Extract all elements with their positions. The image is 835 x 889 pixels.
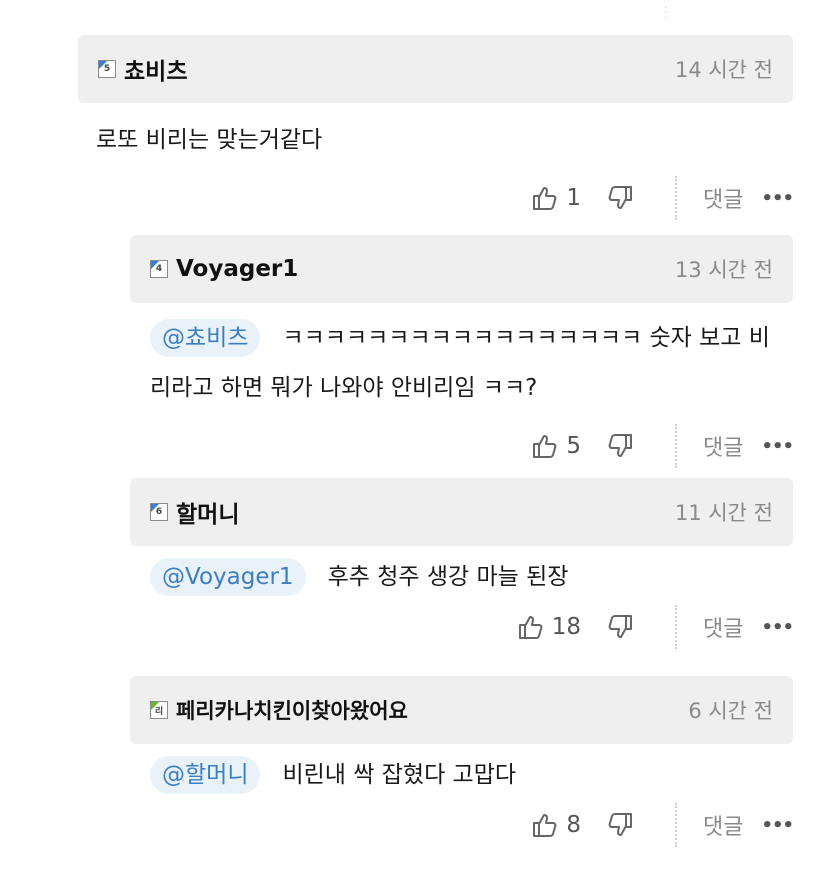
thumbs-down-icon [608,434,632,457]
thumbs-down-icon [608,813,632,836]
action-divider [675,424,677,468]
reply-button[interactable]: 댓글 [703,430,743,462]
comment-header: 리 페리카나치킨이찾아왔어요 6 시간 전 [130,676,793,744]
thumbs-up-icon [533,435,557,458]
comment-text: @할머니 비린내 싹 잡혔다 고맙다 [130,756,793,794]
dislike-button[interactable] [607,811,635,839]
mention-tag[interactable]: @Voyager1 [150,558,306,596]
comment-header: 6 할머니 11 시간 전 [130,478,793,546]
reply-button[interactable]: 댓글 [703,611,743,643]
reply-button[interactable]: 댓글 [703,182,743,214]
comment-body: 비린내 싹 잡혔다 고맙다 [282,762,517,788]
like-button[interactable]: 8 [530,811,581,839]
more-options-icon[interactable]: ••• [761,617,794,638]
action-divider [675,605,677,649]
like-count: 18 [551,614,581,640]
nickname[interactable]: 쵸비츠 [124,52,187,86]
level-badge-icon: 5 [98,60,116,78]
comment-reply: 리 페리카나치킨이찾아왔어요 6 시간 전 @할머니 비린내 싹 잡혔다 고맙다 … [130,676,794,848]
like-count: 5 [566,433,581,459]
comment-reply: 4 Voyager1 13 시간 전 @쵸비츠 ㅋㅋㅋㅋㅋㅋㅋㅋㅋㅋㅋㅋㅋㅋㅋㅋㅋ… [130,235,794,469]
thumbs-up-icon [518,616,543,639]
like-button[interactable]: 1 [530,184,581,212]
comment-text: @쵸비츠 ㅋㅋㅋㅋㅋㅋㅋㅋㅋㅋㅋㅋㅋㅋㅋㅋㅋ 숫자 보고 비리라고 하면 뭐가 나… [130,313,793,413]
reply-button[interactable]: 댓글 [703,809,743,841]
like-button[interactable]: 18 [516,613,581,641]
dislike-button[interactable] [607,432,635,460]
more-options-icon[interactable]: ••• [761,815,794,836]
timestamp: 13 시간 전 [674,258,773,282]
level-badge-icon: 리 [150,701,168,719]
thumbs-up-icon [533,814,557,837]
comment-text: @Voyager1 후추 청주 생강 마늘 된장 [130,558,793,596]
comment-actions: 18 댓글 ••• [130,604,794,650]
level-badge-icon: 4 [150,260,168,278]
nickname[interactable]: 할머니 [176,495,239,529]
comment-user[interactable]: 리 페리카나치킨이찾아왔어요 [150,695,408,725]
comment-actions: 1 댓글 ••• [78,175,794,221]
comment-user[interactable]: 4 Voyager1 [150,256,298,282]
scroll-dots: · · · [664,3,668,24]
nickname[interactable]: 페리카나치킨이찾아왔어요 [176,695,408,725]
level-badge-icon: 6 [150,503,168,521]
like-button[interactable]: 5 [530,432,581,460]
like-count: 1 [566,185,581,211]
comment-user[interactable]: 5 쵸비츠 [98,52,187,86]
comment-body: 후추 청주 생강 마늘 된장 [327,564,569,590]
timestamp: 6 시간 전 [688,699,773,723]
comment-user[interactable]: 6 할머니 [150,495,239,529]
thumbs-down-icon [608,615,632,638]
timestamp: 11 시간 전 [674,501,773,525]
mention-tag[interactable]: @쵸비츠 [150,319,261,357]
comment-body: 로또 비리는 맞는거같다 [96,127,323,153]
thumbs-down-icon [608,186,632,209]
action-divider [675,803,677,847]
timestamp: 14 시간 전 [674,58,773,82]
like-count: 8 [566,812,581,838]
comment-reply: 6 할머니 11 시간 전 @Voyager1 후추 청주 생강 마늘 된장 18… [130,478,794,650]
comment-actions: 5 댓글 ••• [130,423,794,469]
comment: 5 쵸비츠 14 시간 전 로또 비리는 맞는거같다 1 댓글 ••• [78,35,794,221]
more-options-icon[interactable]: ••• [761,436,794,457]
nickname[interactable]: Voyager1 [176,256,298,282]
comment-header: 5 쵸비츠 14 시간 전 [78,35,793,103]
comment-text: 로또 비리는 맞는거같다 [78,121,793,159]
comment-actions: 8 댓글 ••• [130,802,794,848]
more-options-icon[interactable]: ••• [761,188,794,209]
comment-header: 4 Voyager1 13 시간 전 [130,235,793,303]
mention-tag[interactable]: @할머니 [150,756,261,794]
action-divider [675,176,677,220]
dislike-button[interactable] [607,613,635,641]
dislike-button[interactable] [607,184,635,212]
thumbs-up-icon [533,187,557,210]
